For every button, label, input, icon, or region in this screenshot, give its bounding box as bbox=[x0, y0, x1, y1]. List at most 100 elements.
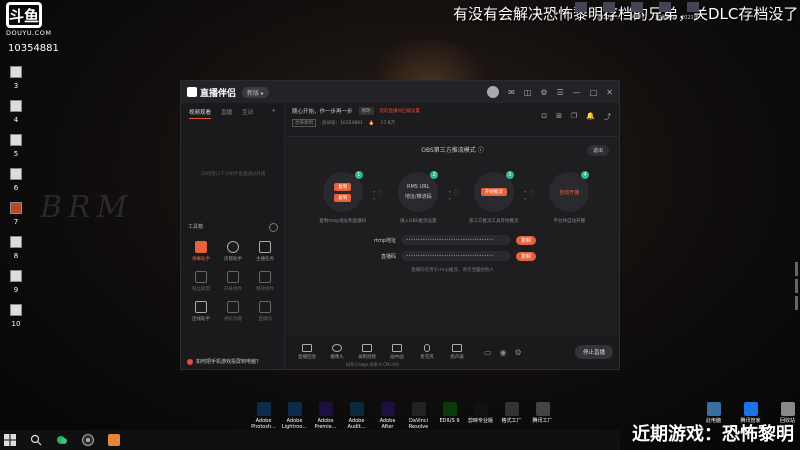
tool-room[interactable]: 直播间 bbox=[249, 301, 281, 322]
record-icon bbox=[362, 344, 372, 352]
windows-start-icon[interactable] bbox=[4, 434, 16, 446]
file-icon bbox=[10, 168, 22, 180]
share-icon[interactable]: ⤴ bbox=[604, 112, 611, 122]
toolbox-header: 工具箱 bbox=[181, 223, 285, 232]
stream-title: 随心开始，作一步再一步 bbox=[292, 109, 353, 115]
help-icon[interactable]: ⓘ bbox=[478, 147, 484, 154]
edit-title-button[interactable]: 修改 bbox=[358, 107, 374, 115]
desktop-icon[interactable]: 9 bbox=[6, 270, 26, 304]
tool-danmu[interactable]: 弹幕助手 bbox=[185, 241, 217, 262]
rtmp-input[interactable]: ••••••••••••••••••••••••••••••••••••• bbox=[401, 235, 511, 245]
effects-icon bbox=[259, 271, 271, 283]
pip-button[interactable]: 画中画 bbox=[382, 344, 412, 360]
tab-interact[interactable]: 互动 bbox=[242, 108, 253, 119]
step-circle: 1 复制 复制 bbox=[322, 171, 363, 212]
avatar[interactable] bbox=[487, 86, 500, 98]
bottom-bar: 直播回放 摄像头 录制视频 画中画 麦克风 扬声器 ▭ ◉ ⚙ 停止直播 码率:… bbox=[286, 335, 619, 369]
app-name: 直播伴侣 bbox=[200, 88, 237, 99]
toolbox: 工具箱 弹幕助手 房管助手 主播任务 粉丝联盟 开关组件 特效组件 连线助手 进… bbox=[181, 223, 285, 322]
category-tag[interactable]: 恐怖黎明 bbox=[292, 119, 316, 127]
start-push-button[interactable]: 开始推流 bbox=[480, 188, 507, 196]
room-number: 房间号：10354881 bbox=[322, 121, 363, 126]
audition-icon bbox=[349, 402, 364, 416]
rtmp-label: rtmp地址 bbox=[373, 237, 396, 244]
platform-logo-text: 斗鱼 bbox=[6, 2, 42, 28]
search-icon[interactable] bbox=[30, 434, 42, 446]
stream-key-label: 直播码 bbox=[380, 253, 396, 260]
settings-icon[interactable]: ⚙ bbox=[540, 88, 547, 97]
camera-button[interactable]: 摄像头 bbox=[322, 344, 352, 360]
video-icon[interactable]: ▭ bbox=[484, 348, 492, 357]
desktop-icon[interactable]: bilibili bbox=[624, 2, 650, 21]
tool-tasks[interactable]: 主播任务 bbox=[249, 241, 281, 262]
close-icon[interactable]: ✕ bbox=[606, 88, 613, 97]
desktop-icon[interactable]: 2022年 ... bbox=[596, 2, 622, 21]
desktop-icon[interactable]: 4 bbox=[6, 100, 26, 134]
live-companion-icon[interactable] bbox=[108, 434, 120, 446]
tool-room-admin[interactable]: 房管助手 bbox=[217, 241, 249, 262]
step-number: 3 bbox=[505, 171, 514, 179]
screen-cast-help[interactable]: 如何把手机游戏投屏到电脑？ bbox=[187, 358, 261, 365]
maximize-icon[interactable]: □ bbox=[590, 88, 598, 97]
step-circle: 4 自动开播 bbox=[549, 171, 590, 212]
file-icon bbox=[10, 236, 22, 248]
desktop-icon[interactable]: 5 bbox=[6, 134, 26, 168]
tool-advanced[interactable]: 进阶功能 bbox=[217, 301, 249, 322]
tab-live[interactable]: 直播 bbox=[221, 108, 232, 119]
tab-video[interactable]: 视频观看 bbox=[189, 108, 212, 119]
app-label: EDIUS 9 bbox=[439, 418, 460, 424]
more-icon[interactable] bbox=[269, 223, 278, 232]
microphone-button[interactable]: 麦克风 bbox=[412, 344, 442, 360]
replay-button[interactable]: 直播回放 bbox=[292, 344, 322, 360]
speaker-button[interactable]: 扬声器 bbox=[442, 344, 472, 360]
stream-key-input[interactable]: ••••••••••••••••••••••••••••••••••••• bbox=[401, 251, 511, 261]
edge-mark bbox=[795, 296, 798, 310]
bell-icon[interactable]: 🔔 bbox=[586, 112, 595, 122]
exit-button[interactable]: 退出 bbox=[586, 145, 609, 156]
gift-icon[interactable]: ⊞ bbox=[556, 112, 562, 122]
folder-icon bbox=[687, 2, 699, 12]
tool-effects[interactable]: 特效组件 bbox=[249, 271, 281, 292]
desktop-icon[interactable]: 6 bbox=[6, 168, 26, 202]
title-bar: 直播伴侣 新版 ▸ ✉ ◫ ⚙ ☰ — □ ✕ bbox=[181, 81, 619, 103]
copy-icon[interactable]: ❐ bbox=[571, 112, 577, 122]
desktop-icon[interactable]: 3 bbox=[6, 66, 26, 100]
bag-icon[interactable]: ⊡ bbox=[541, 112, 547, 122]
mail-icon[interactable]: ✉ bbox=[508, 88, 515, 97]
desktop-icon[interactable]: 2021年 ... bbox=[680, 2, 706, 21]
settings-icon[interactable]: ⚙ bbox=[515, 348, 522, 357]
watermark: BRM bbox=[40, 190, 134, 225]
main-panel: 随心开始，作一步再一步 修改 您的直播间已被设置 恐怖黎明 房间号：103548… bbox=[286, 103, 619, 369]
copy-rtmp-button[interactable]: 复制 bbox=[334, 182, 352, 191]
tool-switch[interactable]: 开关组件 bbox=[217, 271, 249, 292]
obs-icon[interactable] bbox=[82, 434, 94, 446]
copy-key-button[interactable]: 复制 bbox=[516, 251, 537, 261]
minimize-icon[interactable]: — bbox=[573, 88, 581, 97]
add-tab-button[interactable]: + bbox=[271, 108, 276, 119]
copy-key-button[interactable]: 复制 bbox=[334, 193, 352, 202]
record-button[interactable]: 录制视频 bbox=[352, 344, 382, 360]
desktop-icon-label: 6 bbox=[13, 184, 19, 192]
desktop-icon[interactable]: 7 bbox=[6, 202, 26, 236]
desktop-icon[interactable]: 8 bbox=[6, 236, 26, 270]
desktop-icon[interactable] bbox=[568, 2, 594, 21]
tool-fans[interactable]: 粉丝联盟 bbox=[185, 271, 217, 292]
copy-rtmp-button[interactable]: 复制 bbox=[516, 235, 537, 245]
tool-link[interactable]: 连线助手 bbox=[185, 301, 217, 322]
file-icon bbox=[10, 202, 22, 214]
step-circle: 2 RMS URL 地址/推流码 bbox=[398, 171, 439, 212]
wechat-icon[interactable] bbox=[56, 434, 68, 446]
admin-icon bbox=[227, 241, 239, 253]
app-label: Adobe Photosh... bbox=[251, 418, 276, 430]
fire-icon: 🔥 bbox=[368, 120, 375, 126]
step-1: 1 复制 复制 复制rtmp地址和直播码 bbox=[313, 171, 373, 225]
app-label: Adobe Lightroo... bbox=[281, 418, 308, 430]
tool-label: 特效组件 bbox=[256, 287, 274, 292]
desktop-icon[interactable]: 10 bbox=[6, 304, 26, 338]
skin-icon[interactable]: ◫ bbox=[524, 88, 532, 97]
menu-icon[interactable]: ☰ bbox=[557, 88, 564, 97]
stop-stream-button[interactable]: 停止直播 bbox=[574, 345, 613, 359]
desktop-icon[interactable]: 直播素材 bbox=[652, 2, 678, 21]
eye-icon[interactable]: ◉ bbox=[500, 348, 507, 357]
version-badge[interactable]: 新版 ▸ bbox=[242, 86, 269, 98]
